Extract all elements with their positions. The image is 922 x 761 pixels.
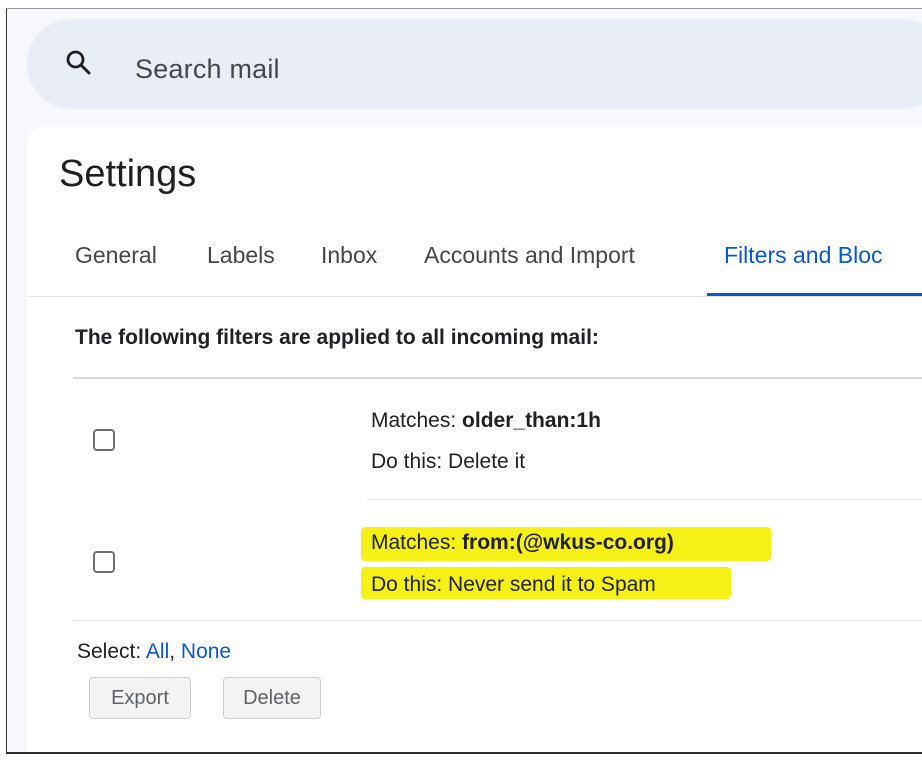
matches-label: Matches: xyxy=(371,531,463,554)
filter-action: Do this: Delete it xyxy=(371,450,526,473)
tab-general[interactable]: General xyxy=(75,244,157,267)
divider xyxy=(73,377,922,379)
tab-filters-and-blocked[interactable]: Filters and Bloc xyxy=(724,244,883,267)
divider xyxy=(73,620,373,621)
search-bar[interactable]: Search mail xyxy=(27,19,922,109)
select-separator: , xyxy=(169,640,181,663)
matches-value: from:(@wkus-co.org) xyxy=(462,531,674,554)
select-none-link[interactable]: None xyxy=(181,640,231,663)
filter-action: Do this: Never send it to Spam xyxy=(371,573,656,596)
export-button[interactable]: Export xyxy=(89,677,191,719)
select-all-link[interactable]: All xyxy=(146,640,169,663)
filter-checkbox[interactable] xyxy=(93,551,115,573)
filter-checkbox[interactable] xyxy=(93,429,115,451)
filter-matches: Matches: from:(@wkus-co.org) xyxy=(371,532,674,553)
settings-panel: Settings General Labels Inbox Accounts a… xyxy=(27,127,922,752)
matches-value: older_than:1h xyxy=(462,409,601,432)
matches-label: Matches: xyxy=(371,409,463,432)
active-tab-indicator xyxy=(707,293,922,296)
app-window: Search mail Settings General Labels Inbo… xyxy=(6,8,922,754)
filters-heading: The following filters are applied to all… xyxy=(75,326,599,349)
select-label: Select: xyxy=(77,640,146,663)
filter-matches: Matches: older_than:1h xyxy=(371,410,601,431)
page-title: Settings xyxy=(59,153,197,195)
settings-tabs: General Labels Inbox Accounts and Import… xyxy=(27,222,922,297)
tab-accounts-and-import[interactable]: Accounts and Import xyxy=(424,244,635,267)
select-controls: Select: All, None xyxy=(77,641,231,662)
search-icon[interactable] xyxy=(65,49,91,75)
tab-inbox[interactable]: Inbox xyxy=(321,244,377,267)
divider xyxy=(367,620,922,621)
divider xyxy=(367,499,922,500)
tab-labels[interactable]: Labels xyxy=(207,244,275,267)
search-input[interactable]: Search mail xyxy=(135,56,280,83)
delete-button[interactable]: Delete xyxy=(223,677,321,719)
